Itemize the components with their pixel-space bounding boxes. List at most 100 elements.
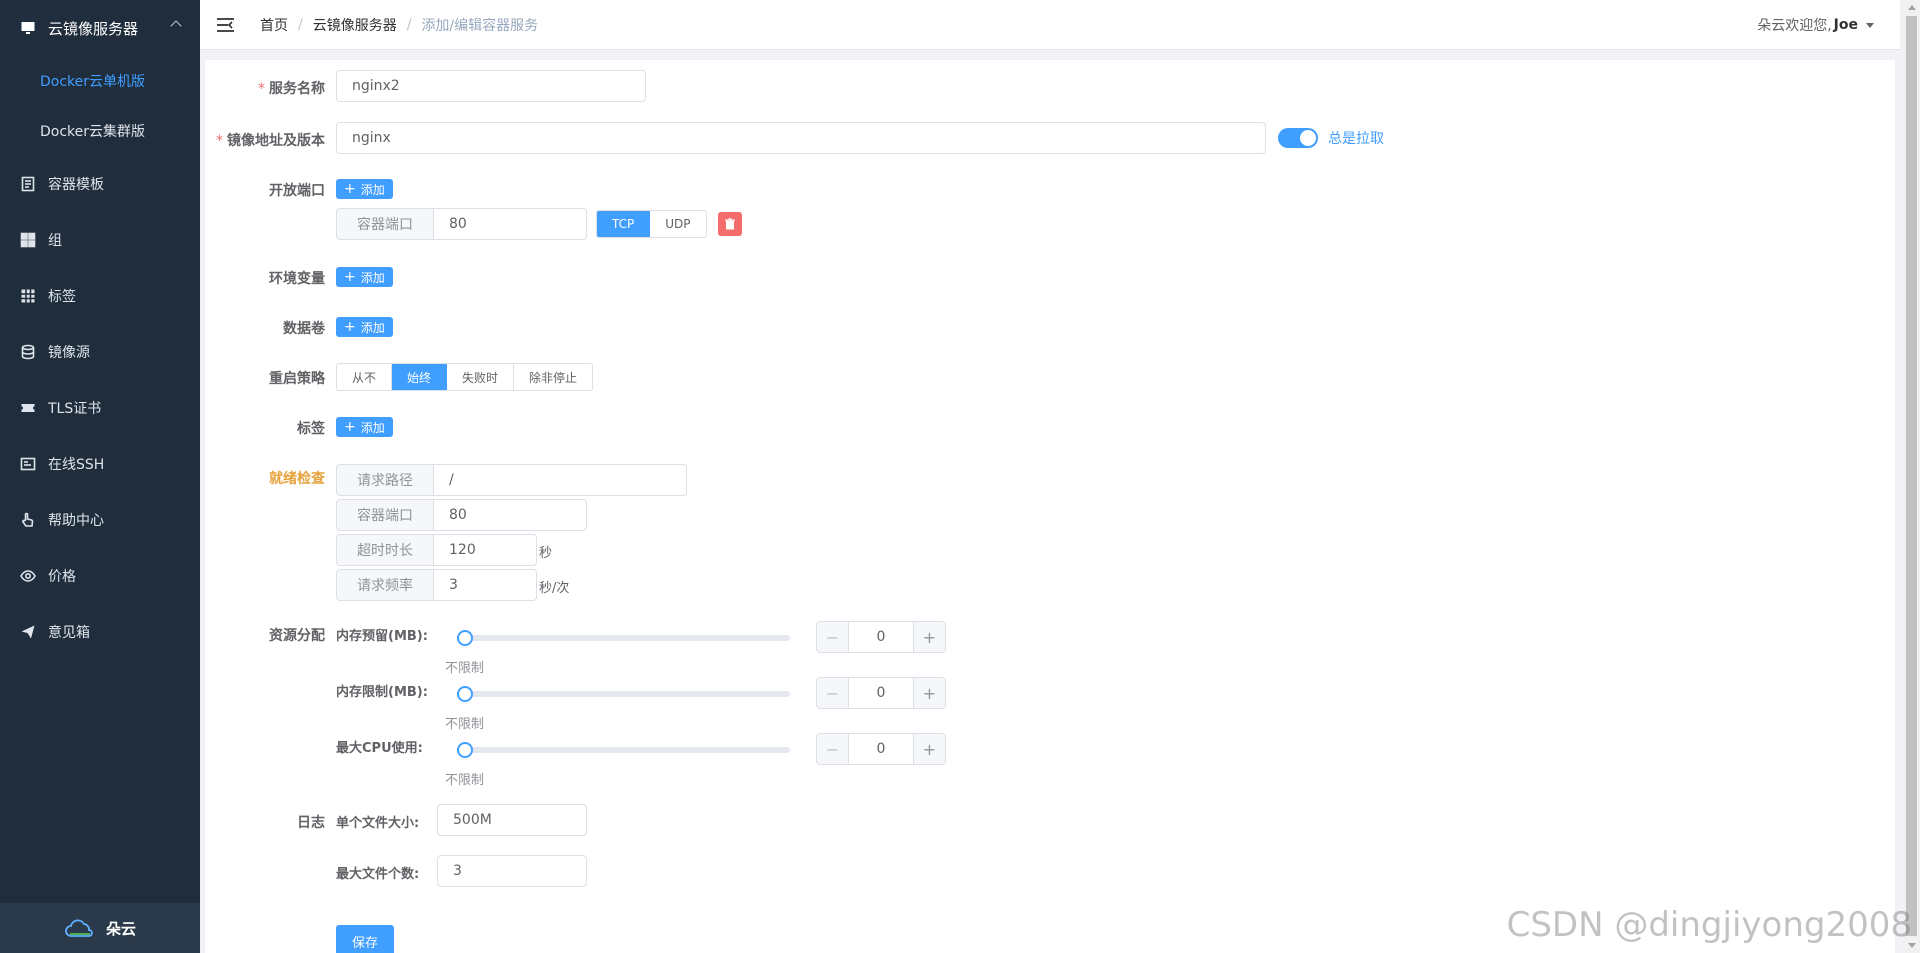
username: Joe	[1833, 17, 1858, 33]
sidebar-item-container-template[interactable]: 容器模板	[0, 156, 200, 212]
volume-label: 数据卷	[283, 321, 325, 337]
timeout-unit: 秒	[539, 546, 553, 561]
max-cpu-input[interactable]: 0	[849, 734, 913, 764]
container-port-input-group: 容器端口 80	[336, 208, 587, 240]
send-icon	[20, 624, 36, 640]
sidebar-group-cloud-image-server[interactable]: 云镜像服务器	[0, 0, 200, 56]
sidebar-item-tags[interactable]: 标签	[0, 268, 200, 324]
log-max-files-label: 最大文件个数:	[336, 867, 420, 882]
sidebar-item-online-ssh[interactable]: 在线SSH	[0, 436, 200, 492]
readiness-freq-prepend: 请求频率	[337, 570, 434, 600]
scrollbar-thumb[interactable]	[1906, 16, 1917, 936]
readiness-port-group: 容器端口 80	[336, 499, 587, 531]
add-volume-button[interactable]: + 添加	[336, 317, 393, 337]
increment-button[interactable]: +	[913, 678, 945, 708]
page-scrollbar[interactable]	[1903, 0, 1920, 953]
service-name-label: * 服务名称	[258, 81, 325, 97]
sidebar-item-docker-cluster[interactable]: Docker云集群版	[0, 106, 200, 156]
sidebar-item-label: 帮助中心	[48, 513, 104, 529]
database-icon	[20, 344, 36, 360]
readiness-freq-input[interactable]: 3	[434, 570, 473, 600]
protocol-tcp[interactable]: TCP	[597, 211, 651, 237]
add-tag-button[interactable]: + 添加	[336, 417, 393, 437]
readiness-port-input[interactable]: 80	[434, 500, 482, 530]
memory-limit-slider-handle[interactable]	[457, 686, 473, 702]
restart-always[interactable]: 始终	[392, 364, 448, 390]
ports-label: 开放端口	[269, 183, 325, 199]
protocol-udp[interactable]: UDP	[650, 211, 706, 237]
readiness-path-input[interactable]: /	[434, 465, 469, 495]
plus-icon: +	[344, 419, 356, 435]
memory-limit-hint: 不限制	[445, 717, 485, 732]
memory-limit-input[interactable]: 0	[849, 678, 913, 708]
sidebar-item-label: 标签	[48, 289, 76, 305]
add-env-button[interactable]: + 添加	[336, 267, 393, 287]
table-icon	[20, 288, 36, 304]
sidebar-item-label: 价格	[48, 569, 76, 585]
hand-pointer-icon	[20, 512, 36, 528]
sidebar-footer-brand: 朵云	[0, 903, 200, 953]
memory-reserve-slider[interactable]	[460, 635, 790, 641]
increment-button[interactable]: +	[913, 622, 945, 652]
restart-never[interactable]: 从不	[337, 364, 393, 390]
max-cpu-slider-handle[interactable]	[457, 742, 473, 758]
sidebar-item-tls-cert[interactable]: TLS证书	[0, 380, 200, 436]
sidebar-item-feedback[interactable]: 意见箱	[0, 604, 200, 660]
document-icon	[20, 176, 36, 192]
sidebar-item-help-center[interactable]: 帮助中心	[0, 492, 200, 548]
monitor-icon	[20, 20, 36, 36]
increment-button[interactable]: +	[913, 734, 945, 764]
menu-toggle-icon[interactable]	[216, 17, 238, 33]
memory-reserve-hint: 不限制	[445, 661, 485, 676]
memory-reserve-slider-handle[interactable]	[457, 630, 473, 646]
save-button[interactable]: 保存	[336, 925, 395, 953]
sidebar-item-label: 组	[48, 233, 62, 249]
breadcrumb-home[interactable]: 首页	[260, 15, 288, 35]
sidebar-item-label: 容器模板	[48, 177, 104, 193]
plus-icon: +	[344, 319, 356, 335]
memory-reserve-number: − 0 +	[816, 621, 946, 653]
image-input[interactable]: nginx	[336, 122, 1266, 154]
user-menu[interactable]: 朵云欢迎您, Joe	[1757, 0, 1874, 50]
decrement-button[interactable]: −	[817, 678, 849, 708]
always-pull-toggle-row: 总是拉取	[1278, 128, 1384, 148]
scroll-up-icon[interactable]	[1908, 5, 1916, 10]
restart-policy-selector: 从不 始终 失败时 除非停止	[336, 363, 594, 391]
terminal-icon	[20, 456, 36, 472]
memory-reserve-input[interactable]: 0	[849, 622, 913, 652]
decrement-button[interactable]: −	[817, 734, 849, 764]
always-pull-switch[interactable]	[1278, 128, 1318, 148]
readiness-path-prepend: 请求路径	[337, 465, 434, 495]
cloud-logo-icon	[65, 919, 93, 937]
resource-label: 资源分配	[269, 628, 325, 644]
readiness-timeout-prepend: 超时时长	[337, 535, 434, 565]
required-mark: *	[258, 81, 265, 97]
decrement-button[interactable]: −	[817, 622, 849, 652]
max-cpu-hint: 不限制	[445, 773, 485, 788]
delete-port-button[interactable]	[718, 212, 742, 236]
breadcrumb-cloud-image-server[interactable]: 云镜像服务器	[313, 15, 397, 35]
sidebar-group-label: 云镜像服务器	[48, 19, 139, 38]
service-name-input[interactable]: nginx2	[336, 70, 646, 102]
required-mark: *	[216, 133, 223, 149]
sidebar-item-price[interactable]: 价格	[0, 548, 200, 604]
ticket-icon	[20, 400, 36, 416]
max-cpu-slider[interactable]	[460, 747, 790, 753]
sidebar-item-image-source[interactable]: 镜像源	[0, 324, 200, 380]
log-max-files-input[interactable]: 3	[437, 855, 587, 887]
readiness-timeout-group: 超时时长 120	[336, 534, 537, 566]
restart-unless-stopped[interactable]: 除非停止	[514, 364, 593, 390]
container-port-input[interactable]: 80	[434, 209, 482, 239]
sidebar-item-label: 意见箱	[48, 625, 90, 641]
restart-on-failure[interactable]: 失败时	[447, 364, 515, 390]
memory-limit-slider[interactable]	[460, 691, 790, 697]
container-port-prepend: 容器端口	[337, 209, 434, 239]
sidebar-item-group[interactable]: 组	[0, 212, 200, 268]
always-pull-label: 总是拉取	[1328, 131, 1384, 147]
readiness-timeout-input[interactable]: 120	[434, 535, 491, 565]
plus-icon: +	[344, 269, 356, 285]
add-port-button[interactable]: + 添加	[336, 179, 393, 199]
log-file-size-input[interactable]: 500M	[437, 804, 587, 836]
sidebar-item-docker-single[interactable]: Docker云单机版	[0, 56, 200, 106]
readiness-port-prepend: 容器端口	[337, 500, 434, 530]
